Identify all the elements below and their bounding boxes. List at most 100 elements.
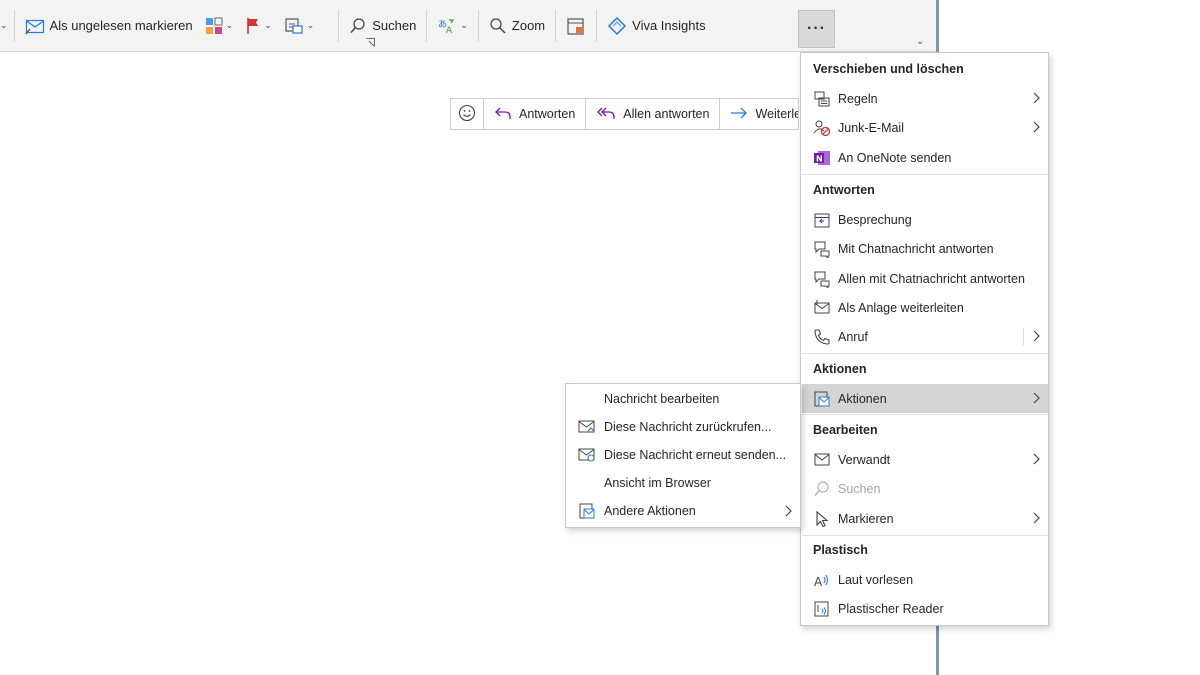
immersive-reader-icon — [813, 600, 831, 618]
ribbon-overflow-left[interactable]: ⌄ — [0, 7, 10, 45]
menu-item-label: An OneNote senden — [838, 150, 952, 165]
categorize-icon — [205, 17, 223, 35]
meeting-icon — [813, 211, 831, 229]
chevron-right-icon — [785, 505, 792, 517]
actions-icon — [813, 390, 831, 408]
submenu-item-label: Ansicht im Browser — [604, 476, 711, 490]
calendar-addin-button[interactable] — [560, 7, 592, 45]
chevron-right-icon — [1033, 121, 1040, 133]
move-to-button[interactable]: ⌄ — [278, 7, 321, 45]
chevron-right-icon — [1033, 392, 1040, 404]
mark-unread-label: Als ungelesen markieren — [49, 18, 193, 33]
chevron-down-icon: ⌄ — [264, 20, 272, 30]
reply-bar: Antworten Allen antworten Weiterle — [450, 98, 800, 130]
submenu-item-resend[interactable]: Diese Nachricht erneut senden... — [567, 441, 800, 469]
menu-item-actions[interactable]: Aktionen — [802, 384, 1048, 413]
section-header-reply: Antworten — [813, 183, 875, 197]
menu-item-rules[interactable]: Regeln — [802, 84, 1048, 113]
cursor-icon — [813, 510, 831, 528]
more-commands-button[interactable]: ··· — [798, 10, 835, 48]
zoom-button[interactable]: Zoom — [483, 7, 551, 45]
ribbon-separator — [555, 9, 557, 42]
svg-text:N: N — [816, 154, 823, 163]
resend-icon — [578, 446, 596, 464]
onenote-icon: N — [813, 149, 831, 167]
menu-item-label: Aktionen — [838, 391, 887, 406]
junk-icon — [813, 119, 831, 137]
attachment-forward-icon — [813, 299, 831, 317]
forward-icon — [730, 105, 748, 124]
chat-icon — [813, 270, 831, 288]
menu-item-label: Plastischer Reader — [838, 601, 944, 616]
menu-item-related[interactable]: Verwandt — [802, 445, 1048, 474]
menu-item-label: Junk-E-Mail — [838, 120, 904, 135]
submenu-item-other-actions[interactable]: Andere Aktionen — [567, 497, 800, 525]
menu-item-immersive-reader[interactable]: Plastischer Reader — [802, 594, 1048, 623]
translate-button[interactable]: あA ⌄ — [431, 7, 474, 45]
outlook-window: ⌄ Als ungelesen markieren ⌄ ⌄ ⌄ Suchen あ… — [0, 0, 937, 675]
calendar-icon — [566, 16, 586, 36]
related-icon — [813, 451, 831, 469]
menu-divider — [802, 535, 1048, 536]
chevron-down-icon: ⌄ — [306, 20, 315, 30]
actions-icon — [578, 502, 596, 520]
chevron-right-icon[interactable] — [1032, 330, 1040, 342]
menu-item-read-aloud[interactable]: A Laut vorlesen — [802, 565, 1048, 594]
search-button[interactable]: Suchen — [343, 7, 422, 45]
envelope-unread-icon — [25, 17, 45, 35]
svg-text:A: A — [446, 26, 453, 35]
forward-button[interactable]: Weiterle — [720, 99, 798, 129]
reply-button[interactable]: Antworten — [484, 99, 587, 129]
forward-label: Weiterle — [755, 107, 799, 121]
reply-all-label: Allen antworten — [623, 107, 710, 121]
menu-item-label: Anruf — [838, 329, 868, 344]
menu-item-reply-all-chat[interactable]: Allen mit Chatnachricht antworten — [802, 264, 1048, 293]
submenu-item-edit-message[interactable]: Nachricht bearbeiten — [567, 385, 800, 413]
menu-item-label: Verwandt — [838, 452, 891, 467]
move-folder-icon — [284, 17, 304, 35]
dialog-launcher-icon[interactable] — [366, 38, 375, 47]
ribbon-toolbar: ⌄ Als ungelesen markieren ⌄ ⌄ ⌄ Suchen あ… — [0, 0, 937, 52]
menu-divider — [802, 414, 1048, 415]
menu-item-forward-attachment[interactable]: Als Anlage weiterleiten — [802, 293, 1048, 322]
chevron-right-icon — [1033, 92, 1040, 104]
phone-icon — [813, 328, 831, 346]
ribbon-separator — [426, 9, 428, 42]
more-commands-menu: Verschieben und löschen Regeln Junk-E-Ma… — [800, 52, 1049, 626]
ribbon-collapse-icon[interactable]: ⌄ — [916, 36, 924, 47]
ribbon-separator — [477, 9, 479, 42]
flag-icon — [245, 17, 261, 35]
chevron-right-icon — [1033, 512, 1040, 524]
viva-insights-button[interactable]: Viva Insights — [601, 7, 711, 45]
submenu-item-view-browser[interactable]: Ansicht im Browser — [567, 469, 800, 497]
follow-up-flag-button[interactable]: ⌄ — [239, 7, 278, 45]
search-icon — [813, 480, 831, 498]
chevron-down-icon: ⌄ — [225, 20, 234, 30]
menu-item-junk[interactable]: Junk-E-Mail — [802, 113, 1048, 142]
search-label: Suchen — [372, 18, 417, 33]
submenu-item-label: Nachricht bearbeiten — [604, 392, 720, 406]
menu-item-call[interactable]: Anruf — [802, 322, 1048, 351]
emoji-reaction-button[interactable] — [451, 99, 484, 129]
zoom-label: Zoom — [511, 18, 546, 33]
section-header-move-delete: Verschieben und löschen — [813, 62, 964, 76]
menu-item-meeting[interactable]: Besprechung — [802, 205, 1048, 234]
menu-item-select[interactable]: Markieren — [802, 504, 1048, 533]
menu-item-label: Suchen — [838, 481, 881, 496]
menu-item-label: Allen mit Chatnachricht antworten — [838, 271, 1025, 286]
reply-icon — [494, 105, 512, 124]
viva-insights-icon — [607, 16, 627, 35]
zoom-icon — [489, 17, 507, 35]
categorize-button[interactable]: ⌄ — [199, 7, 240, 45]
smiley-icon — [458, 104, 476, 125]
reply-all-button[interactable]: Allen antworten — [586, 99, 721, 129]
reply-all-icon — [596, 105, 616, 124]
chat-icon — [813, 240, 831, 258]
viva-insights-label: Viva Insights — [632, 18, 706, 33]
menu-item-onenote[interactable]: N An OneNote senden — [802, 143, 1048, 172]
blank-icon-slot — [578, 390, 596, 408]
mark-unread-button[interactable]: Als ungelesen markieren — [19, 7, 199, 45]
menu-item-reply-chat[interactable]: Mit Chatnachricht antworten — [802, 234, 1048, 263]
submenu-item-recall[interactable]: Diese Nachricht zurückrufen... — [567, 413, 800, 441]
chevron-right-icon — [1033, 453, 1040, 465]
